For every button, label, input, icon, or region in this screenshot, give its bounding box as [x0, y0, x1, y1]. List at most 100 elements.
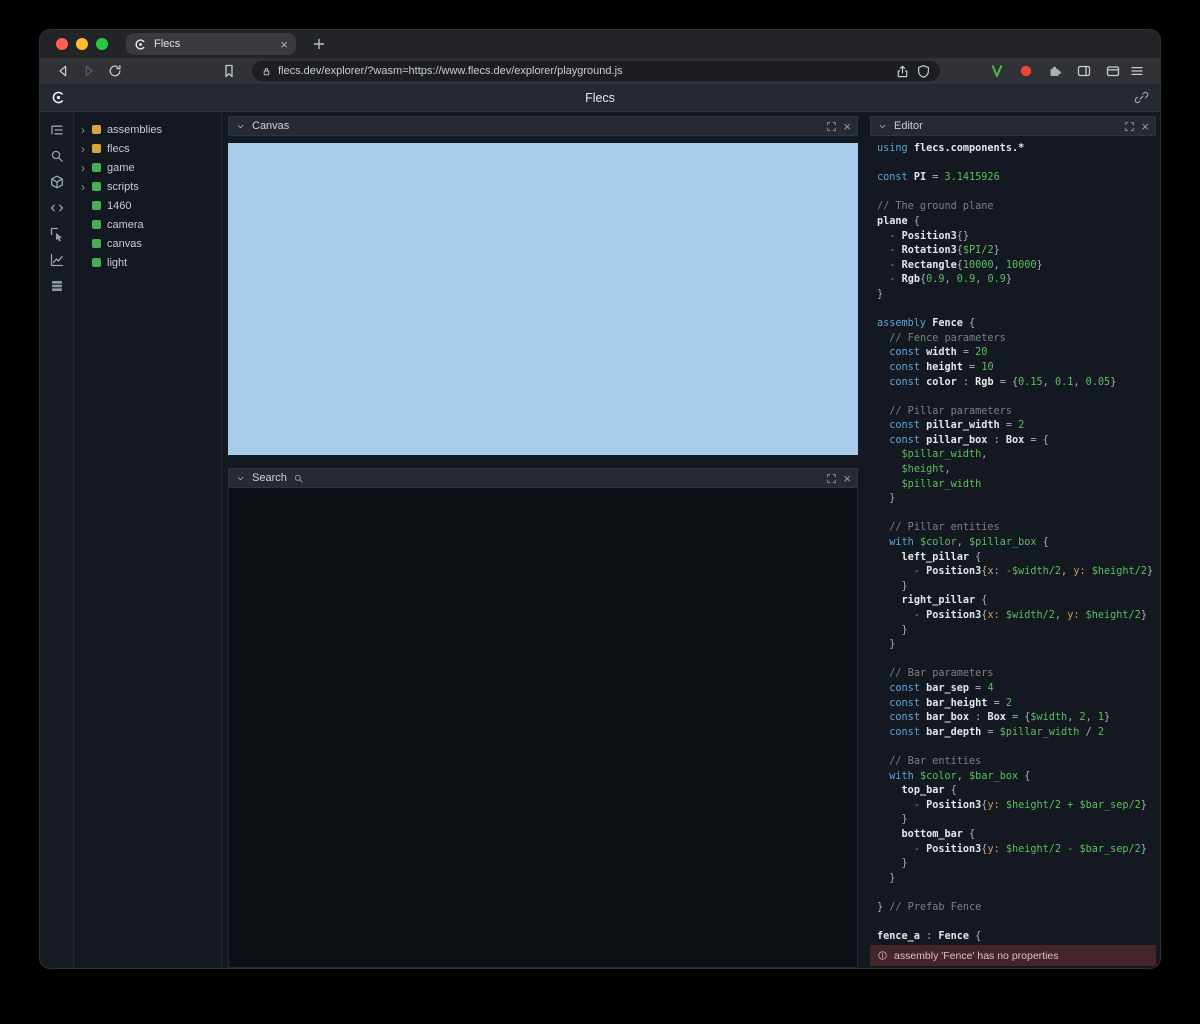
entity-tree-panel: ›assemblies›flecs›game›scripts1460camera… — [74, 112, 222, 968]
tree-item-label: assemblies — [107, 124, 162, 136]
expand-arrow-icon[interactable]: › — [81, 181, 90, 193]
tree-item-light[interactable]: light — [74, 253, 221, 272]
menu-button[interactable] — [1124, 60, 1150, 82]
expand-arrow-icon[interactable]: › — [81, 162, 90, 174]
browser-toolbar: flecs.dev/explorer/?wasm=https://www.fle… — [40, 58, 1160, 84]
code-line: const height = 10 — [877, 361, 1156, 376]
main-content: ›assemblies›flecs›game›scripts1460camera… — [40, 112, 1160, 968]
code-line: const bar_height = 2 — [877, 697, 1156, 712]
new-tab-button[interactable] — [308, 33, 330, 55]
editor-panel-header: Editor × — [870, 116, 1156, 136]
tab-title: Flecs — [154, 38, 273, 50]
close-window-button[interactable] — [56, 38, 68, 50]
sidebar-chart-icon[interactable] — [46, 252, 68, 268]
maximize-icon[interactable] — [826, 473, 837, 484]
code-line: - Rgb{0.9, 0.9, 0.9} — [877, 273, 1156, 288]
code-line: using flecs.components.* — [877, 142, 1156, 157]
sidebar-tree-view-icon[interactable] — [46, 122, 68, 138]
code-line: } — [877, 638, 1156, 653]
code-line: bottom_bar { — [877, 828, 1156, 843]
close-icon[interactable]: × — [843, 120, 851, 133]
maximize-icon[interactable] — [826, 121, 837, 132]
page-title: Flecs — [40, 91, 1160, 105]
code-line — [877, 186, 1156, 201]
code-line: - Position3{y: $height/2 + $bar_sep/2} — [877, 799, 1156, 814]
tree-item-label: scripts — [107, 181, 139, 193]
adblock-dot-extension-icon[interactable] — [1015, 60, 1037, 82]
canvas-viewport[interactable] — [228, 143, 858, 455]
code-line: } — [877, 857, 1156, 872]
bookmark-icon[interactable] — [216, 60, 242, 82]
entity-color-swatch — [92, 239, 101, 248]
code-line: - Rotation3{$PI/2} — [877, 244, 1156, 259]
code-line: } — [877, 624, 1156, 639]
sidebar-search-icon[interactable] — [46, 148, 68, 164]
link-icon[interactable] — [1134, 90, 1149, 105]
code-line: - Position3{x: -$width/2, y: $height/2} — [877, 565, 1156, 580]
code-line: $height, — [877, 463, 1156, 478]
code-line — [877, 886, 1156, 901]
canvas-panel-title: Canvas — [252, 120, 289, 132]
code-line: const pillar_width = 2 — [877, 419, 1156, 434]
code-line: } — [877, 580, 1156, 595]
code-editor[interactable]: using flecs.components.*const PI = 3.141… — [870, 136, 1156, 945]
code-line — [877, 740, 1156, 755]
tree-item-scripts[interactable]: › scripts — [74, 177, 221, 196]
forward-button[interactable] — [76, 60, 102, 82]
search-icon — [293, 473, 304, 484]
address-bar[interactable]: flecs.dev/explorer/?wasm=https://www.fle… — [252, 61, 940, 81]
maximize-icon[interactable] — [1124, 121, 1135, 132]
share-icon[interactable] — [895, 64, 910, 79]
close-icon[interactable]: × — [1141, 120, 1149, 133]
tree-item-assemblies[interactable]: › assemblies — [74, 120, 221, 139]
code-line: const bar_sep = 4 — [877, 682, 1156, 697]
wallet-extension-icon[interactable] — [1102, 60, 1124, 82]
tree-item-game[interactable]: ›game — [74, 158, 221, 177]
tree-item-1460[interactable]: 1460 — [74, 196, 221, 215]
info-icon — [877, 950, 888, 961]
brave-v-extension-icon[interactable] — [986, 60, 1008, 82]
close-icon[interactable]: × — [843, 472, 851, 485]
tree-item-label: flecs — [107, 143, 130, 155]
tree-item-flecs[interactable]: › flecs — [74, 139, 221, 158]
app-header: Flecs — [40, 84, 1160, 112]
editor-column: Editor × using flecs.components.*const P… — [864, 112, 1160, 968]
code-line — [877, 303, 1156, 318]
expand-arrow-icon[interactable]: › — [81, 143, 90, 155]
sidebar-entities-icon[interactable] — [46, 174, 68, 190]
code-line: const bar_box : Box = {$width, 2, 1} — [877, 711, 1156, 726]
browser-tab[interactable]: Flecs × — [126, 33, 296, 55]
code-line: with $color, $pillar_box { — [877, 536, 1156, 551]
tab-close-icon[interactable]: × — [280, 38, 288, 51]
code-line: - Rectangle{10000, 10000} — [877, 259, 1156, 274]
chevron-down-icon[interactable] — [235, 121, 246, 132]
sidebar-inspect-icon[interactable] — [46, 226, 68, 242]
code-line: - Position3{y: $height/2 - $bar_sep/2} — [877, 843, 1156, 858]
shield-icon[interactable] — [916, 64, 931, 79]
tree-item-label: light — [107, 257, 127, 269]
code-line — [877, 157, 1156, 172]
canvas-panel-header: Canvas × — [228, 116, 858, 136]
zoom-window-button[interactable] — [96, 38, 108, 50]
code-line: // Bar parameters — [877, 667, 1156, 682]
sidebar-stack-icon[interactable] — [46, 278, 68, 294]
search-results-area[interactable] — [228, 488, 858, 968]
chevron-down-icon[interactable] — [877, 121, 888, 132]
code-line: with $color, $bar_box { — [877, 770, 1156, 785]
flecs-favicon-icon — [134, 38, 147, 51]
reload-button[interactable] — [102, 60, 128, 82]
flecs-logo-icon[interactable] — [51, 90, 66, 105]
expand-arrow-icon[interactable]: › — [81, 124, 90, 136]
back-button[interactable] — [50, 60, 76, 82]
url-text[interactable]: flecs.dev/explorer/?wasm=https://www.fle… — [278, 65, 889, 77]
sidebar-code-icon[interactable] — [46, 200, 68, 216]
tree-item-label: canvas — [107, 238, 142, 250]
puzzle-extension-icon[interactable] — [1044, 60, 1066, 82]
tree-item-camera[interactable]: camera — [74, 215, 221, 234]
chevron-down-icon[interactable] — [235, 473, 246, 484]
tree-item-canvas[interactable]: canvas — [74, 234, 221, 253]
code-line: const bar_depth = $pillar_width / 2 — [877, 726, 1156, 741]
entity-color-swatch — [92, 258, 101, 267]
minimize-window-button[interactable] — [76, 38, 88, 50]
sidebar-extension-icon[interactable] — [1073, 60, 1095, 82]
